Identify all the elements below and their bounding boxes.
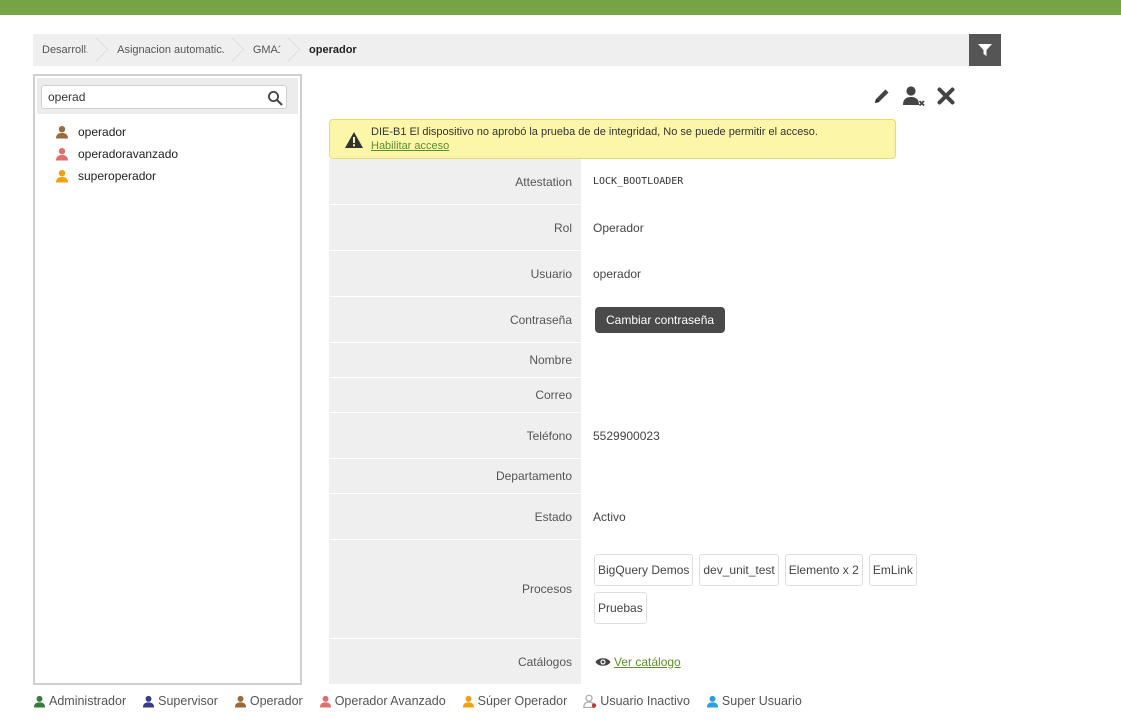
super-operator-user-icon [56,170,68,183]
field-label: Correo [329,378,581,412]
integrity-warning-alert: DIE-B1 El dispositivo no aprobó la prueb… [329,119,896,159]
search-input[interactable] [41,85,287,109]
process-chips: BigQuery Demos dev_unit_test Elemento x … [591,554,931,624]
user-detail-table: Attestation LOCK_BOOTLOADER Rol Operador… [329,159,960,685]
supervisor-user-icon [143,695,155,708]
legend-item: Súper Operador [462,694,568,708]
breadcrumb-item-desarrollo[interactable]: Desarrollo [33,34,102,66]
role-legend: Administrador Supervisor Operador Operad… [33,694,818,708]
field-label: Catálogos [329,639,581,684]
row-contrasena: Contraseña Cambiar contraseña [329,297,960,343]
breadcrumb-item-gma2[interactable]: GMA2 [244,34,294,66]
process-chip[interactable]: Pruebas [594,592,647,624]
top-bar [0,0,1121,15]
field-label: Usuario [329,251,581,296]
legend-item: Operador Avanzado [319,694,446,708]
user-list-panel: operador operadoravanzado superoperador [33,74,302,685]
process-chip[interactable]: Elemento x 2 [784,554,863,586]
search-bar [37,78,298,114]
operator-user-icon [56,126,68,139]
delete-button[interactable] [934,84,958,108]
row-catalogos: Catálogos Ver catálogo [329,639,960,685]
field-label: Attestation [329,159,581,204]
super-user-icon [706,695,718,708]
advanced-operator-user-icon [56,148,68,161]
legend-label: Administrador [49,694,127,708]
field-label: Rol [329,205,581,250]
breadcrumb-item-current: operador [309,44,357,56]
row-correo: Correo [329,378,960,413]
advanced-operator-user-icon [319,695,331,708]
view-catalog-link[interactable]: Ver catálogo [595,655,681,669]
field-label: Estado [329,494,581,539]
legend-label: Operador Avanzado [334,694,446,708]
legend-label: Operador [249,694,303,708]
legend-item: Operador [234,694,303,708]
list-item-superoperador[interactable]: superoperador [55,165,178,187]
field-label: Contraseña [329,297,581,342]
enable-access-link[interactable]: Habilitar acceso [371,140,449,152]
rol-value: Operador [593,220,644,235]
attestation-value: LOCK_BOOTLOADER [593,176,684,187]
legend-label: Usuario Inactivo [600,694,690,708]
legend-label: Súper Operador [477,694,568,708]
disable-user-button[interactable] [902,84,926,108]
row-usuario: Usuario operador [329,251,960,297]
user-name: operadoravanzado [78,147,179,161]
field-label: Procesos [329,540,581,638]
user-name: superoperador [78,169,157,183]
estado-value: Activo [593,509,626,524]
legend-label: Supervisor [158,694,218,708]
user-list: operador operadoravanzado superoperador [55,121,178,187]
field-label: Nombre [329,343,581,377]
field-label: Teléfono [329,413,581,458]
administrator-user-icon [33,695,46,708]
process-chip[interactable]: BigQuery Demos [594,554,694,586]
legend-label: Super Usuario [721,694,802,708]
filter-button[interactable] [969,34,1001,66]
row-rol: Rol Operador [329,205,960,251]
row-procesos: Procesos BigQuery Demos dev_unit_test El… [329,540,960,639]
super-operator-user-icon [462,695,474,708]
row-estado: Estado Activo [329,494,960,540]
process-chip[interactable]: dev_unit_test [699,554,779,586]
alert-message: DIE-B1 El dispositivo no aprobó la prueb… [371,126,818,138]
warning-icon [345,132,363,148]
operator-user-icon [234,695,246,708]
legend-item: Administrador [33,694,126,708]
row-telefono: Teléfono 5529900023 [329,413,960,459]
row-departamento: Departamento [329,459,960,494]
search-icon[interactable] [267,90,283,106]
change-password-button[interactable]: Cambiar contraseña [595,306,726,333]
filter-icon [978,44,992,56]
row-nombre: Nombre [329,343,960,378]
field-label: Departamento [329,459,581,493]
detail-actions [870,84,958,108]
usuario-value: operador [593,266,642,281]
telefono-value: 5529900023 [593,428,660,443]
eye-icon [595,657,611,666]
breadcrumb: Desarrollo Asignacion automatica GMA2 op… [33,34,1001,66]
legend-item: Supervisor [142,694,218,708]
view-catalog-text[interactable]: Ver catálogo [614,655,681,669]
list-item-operador[interactable]: operador [55,121,178,143]
close-icon [937,87,955,105]
breadcrumb-item-asignacion[interactable]: Asignacion automatica [108,34,238,66]
inactive-user-icon [583,694,597,708]
user-remove-icon [903,86,925,107]
list-item-operadoravanzado[interactable]: operadoravanzado [55,143,178,165]
legend-item: Usuario Inactivo [583,694,690,708]
pencil-icon [875,89,889,103]
legend-item: Super Usuario [706,694,802,708]
process-chip[interactable]: EmLink [868,554,917,586]
user-name: operador [78,125,127,139]
edit-button[interactable] [870,84,894,108]
row-attestation: Attestation LOCK_BOOTLOADER [329,159,960,205]
